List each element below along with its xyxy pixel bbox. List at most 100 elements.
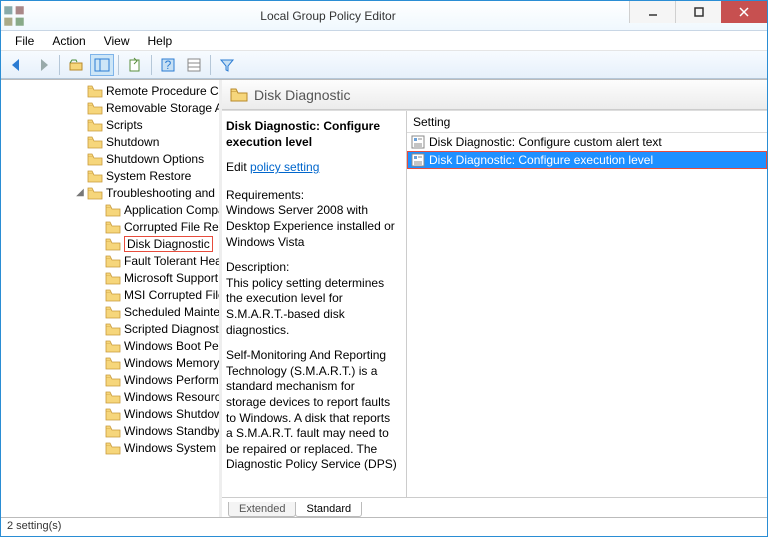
tree-item[interactable]: Shutdown Options	[1, 150, 222, 167]
back-button[interactable]	[5, 54, 29, 76]
tree-item[interactable]: Shutdown	[1, 133, 222, 150]
maximize-button[interactable]	[675, 1, 721, 23]
edit-row: Edit policy setting	[226, 160, 398, 176]
minimize-button[interactable]	[629, 1, 675, 23]
tree-item-label: Windows Memory	[124, 356, 219, 370]
policy-icon	[411, 135, 425, 149]
app-icon	[1, 3, 27, 29]
help-button[interactable]: ?	[156, 54, 180, 76]
tree-item[interactable]: Application Compa	[1, 201, 222, 218]
toolbar-separator	[210, 55, 211, 75]
tree-item[interactable]: Windows Shutdow	[1, 405, 222, 422]
right-pane: Disk Diagnostic Disk Diagnostic: Configu…	[222, 80, 767, 517]
tree-item-label: Scripted Diagnostic	[124, 322, 222, 336]
tree-item[interactable]: Scripted Diagnostic	[1, 320, 222, 337]
folder-icon	[105, 424, 121, 438]
tree-item[interactable]: Windows Performa	[1, 371, 222, 388]
tree-item-label: Windows System R	[124, 441, 222, 455]
column-header-setting[interactable]: Setting	[407, 111, 767, 133]
folder-icon	[105, 203, 121, 217]
list-item-label: Disk Diagnostic: Configure execution lev…	[429, 153, 653, 167]
tree-item-label: Application Compa	[124, 203, 222, 217]
folder-icon	[105, 220, 121, 234]
folder-icon	[87, 152, 103, 166]
tree-item-label: Corrupted File Reco	[124, 220, 222, 234]
tree-item[interactable]: Windows Resource	[1, 388, 222, 405]
tree-item-label: Windows Resource	[124, 390, 222, 404]
tree-item-label: Windows Performa	[124, 373, 222, 387]
tree-item[interactable]: Windows Standby/	[1, 422, 222, 439]
window-title: Local Group Policy Editor	[27, 9, 629, 23]
up-button[interactable]	[64, 54, 88, 76]
folder-icon	[105, 271, 121, 285]
tree-item[interactable]: Scripts	[1, 116, 222, 133]
tree-pane[interactable]: Remote Procedure Cal Removable Storage Ac…	[1, 80, 222, 517]
settings-list: Setting Disk Diagnostic: Configure custo…	[407, 111, 767, 497]
show-tree-button[interactable]	[90, 54, 114, 76]
title-bar: Local Group Policy Editor	[1, 1, 767, 31]
tree-item-label: System Restore	[106, 169, 191, 183]
folder-icon	[105, 390, 121, 404]
folder-icon	[230, 87, 248, 103]
expander-icon[interactable]: ◢	[73, 187, 87, 198]
tree-item-label: Fault Tolerant Heap	[124, 254, 222, 268]
tree-item[interactable]: Removable Storage Ac	[1, 99, 222, 116]
folder-icon	[105, 373, 121, 387]
pane-body: Disk Diagnostic: Configure execution lev…	[222, 110, 767, 497]
tree-item[interactable]: Scheduled Mainten	[1, 303, 222, 320]
tree-item-label: Troubleshooting and D	[106, 186, 222, 200]
description-para2: Self-Monitoring And Reporting Technology…	[226, 348, 398, 473]
description-text: This policy setting determines the execu…	[226, 276, 398, 338]
menu-help[interactable]: Help	[140, 32, 181, 50]
tree-item[interactable]: ◢ Troubleshooting and D	[1, 184, 222, 201]
menu-action[interactable]: Action	[44, 32, 93, 50]
list-rows[interactable]: Disk Diagnostic: Configure custom alert …	[407, 133, 767, 497]
folder-icon	[105, 441, 121, 455]
tree-item[interactable]: MSI Corrupted File	[1, 286, 222, 303]
pane-header: Disk Diagnostic	[222, 80, 767, 110]
folder-icon	[105, 305, 121, 319]
tree-item[interactable]: Windows Memory	[1, 354, 222, 371]
forward-button[interactable]	[31, 54, 55, 76]
tree-item[interactable]: Disk Diagnostic	[1, 235, 222, 252]
folder-icon	[105, 356, 121, 370]
tree-item[interactable]: System Restore	[1, 167, 222, 184]
tree-item[interactable]: Microsoft Support	[1, 269, 222, 286]
close-button[interactable]	[721, 1, 767, 23]
tree-item-label: Scheduled Mainten	[124, 305, 222, 319]
tree-item[interactable]: Fault Tolerant Heap	[1, 252, 222, 269]
list-item[interactable]: Disk Diagnostic: Configure custom alert …	[407, 133, 767, 151]
tree-item-label: Disk Diagnostic	[124, 236, 213, 252]
tree-item-label: Remote Procedure Cal	[106, 84, 222, 98]
tree-item-label: Windows Boot Perf	[124, 339, 222, 353]
folder-icon	[87, 118, 103, 132]
policy-icon	[411, 153, 425, 167]
tree-item[interactable]: Corrupted File Reco	[1, 218, 222, 235]
tab-standard[interactable]: Standard	[295, 502, 362, 517]
tree-item-label: Shutdown Options	[106, 152, 204, 166]
tab-extended[interactable]: Extended	[228, 502, 296, 517]
tree-item-label: Microsoft Support	[124, 271, 218, 285]
tree-item-label: Windows Standby/	[124, 424, 222, 438]
setting-title: Disk Diagnostic: Configure execution lev…	[226, 119, 398, 150]
tree-item[interactable]: Remote Procedure Cal	[1, 82, 222, 99]
folder-icon	[105, 322, 121, 336]
menu-view[interactable]: View	[96, 32, 138, 50]
requirements-heading: Requirements:	[226, 188, 398, 204]
tree-item-label: Removable Storage Ac	[106, 101, 222, 115]
menu-file[interactable]: File	[7, 32, 42, 50]
tree-item[interactable]: Windows System R	[1, 439, 222, 456]
export-button[interactable]	[123, 54, 147, 76]
pane-title: Disk Diagnostic	[254, 87, 350, 103]
content-area: Remote Procedure Cal Removable Storage Ac…	[1, 79, 767, 517]
svg-text:?: ?	[165, 58, 172, 72]
edit-policy-link[interactable]: policy setting	[250, 160, 319, 174]
folder-icon	[87, 84, 103, 98]
toolbar-separator	[151, 55, 152, 75]
filter-button[interactable]	[215, 54, 239, 76]
list-item[interactable]: Disk Diagnostic: Configure execution lev…	[407, 151, 767, 169]
edit-label: Edit	[226, 160, 250, 174]
tree-item[interactable]: Windows Boot Perf	[1, 337, 222, 354]
status-bar: 2 setting(s)	[1, 517, 767, 537]
properties-button[interactable]	[182, 54, 206, 76]
